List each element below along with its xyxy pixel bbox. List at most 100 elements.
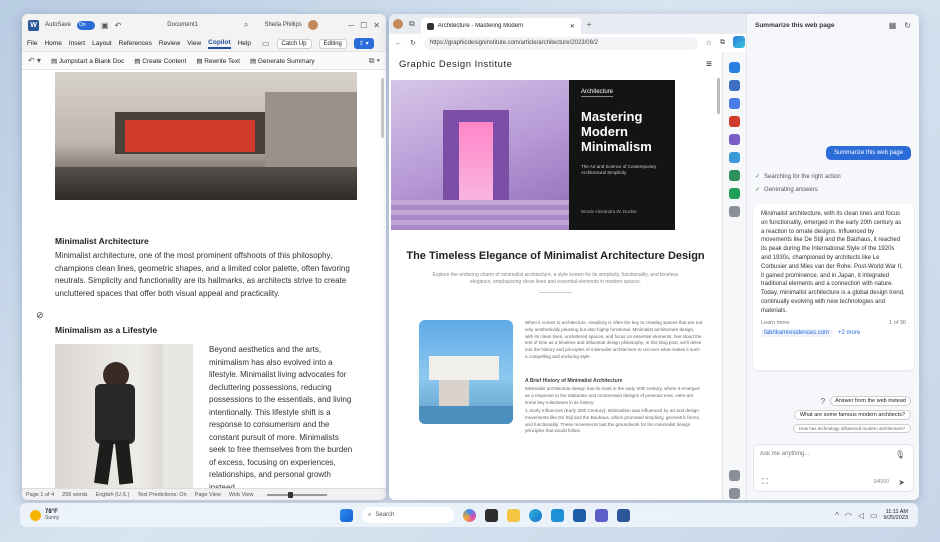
clock[interactable]: 11:11 AM 9/25/2023 [884,509,908,521]
sidebar-drop-icon[interactable] [729,188,740,199]
word-taskbar-icon[interactable] [617,508,630,522]
sidebar-outlook-icon[interactable] [729,170,740,181]
page-scrollbar[interactable] [717,78,720,114]
help-icon[interactable]: ? [821,397,825,406]
favorite-icon[interactable]: ☆ [706,39,712,47]
task-view-icon[interactable] [485,508,498,522]
article-body-3: 1. Early Influences (Early 20th Century)… [525,408,701,434]
generate-summary-button[interactable]: ▤ Generate Summary [250,57,315,65]
editing-mode-button[interactable]: Editing [318,38,347,49]
volume-icon[interactable]: ◁ [858,511,864,520]
source-pager[interactable]: 1 of 30 [889,320,906,326]
sidebar-search-icon[interactable] [729,80,740,91]
catch-up-button[interactable]: Catch Up [276,38,312,49]
suggestion-architects[interactable]: What are some famous modern architects? [793,410,911,420]
save-icon[interactable]: ▣ [101,21,109,30]
refresh-icon[interactable]: ↻ [410,39,416,47]
suggestion-technology[interactable]: How has technology influenced modern arc… [792,424,911,433]
vertical-scrollbar[interactable] [381,78,384,138]
collections-icon[interactable]: ⧉ [720,39,725,47]
tab-file[interactable]: File [27,40,37,47]
maximize-icon[interactable]: ☐ [360,21,367,30]
zoom-thumb[interactable] [288,491,294,498]
clock-date: 9/25/2023 [883,515,908,521]
taskbar-search[interactable]: ⌕ Search [362,507,454,523]
search-icon[interactable]: ⌕ [244,20,248,30]
site-logo[interactable]: Graphic Design Institute [399,59,512,70]
search-icon: ⌕ [368,511,372,518]
tab-home[interactable]: Home [44,40,61,47]
autosave-toggle[interactable]: On [77,20,96,30]
teams-icon[interactable] [595,508,608,522]
tab-review[interactable]: Review [159,40,180,47]
copilot-taskbar-icon[interactable] [463,508,476,522]
sidebar-add-icon[interactable] [729,206,740,217]
suggestion-web-answer[interactable]: Answer from the web instead [830,396,911,406]
share-icon[interactable]: ⇪ ▾ [353,38,374,49]
comment-icon[interactable]: ▭ [262,39,270,48]
create-content-button[interactable]: ▤ Create Content [134,57,186,65]
browser-tab-active[interactable]: Architecture - Mastering Modern ✕ [420,18,581,34]
tab-help[interactable]: Help [238,40,251,47]
new-tab-icon[interactable]: + [587,20,592,29]
more-sources-link[interactable]: +2 more [838,330,860,336]
user-name: Sheila Phillips [264,22,302,28]
address-bar[interactable]: https://graphicdesigninstitute.com/artic… [423,36,698,50]
ribbon-more-icon[interactable]: ⧉ ▾ [369,56,380,66]
tab-view[interactable]: View [187,40,201,47]
text-predictions[interactable]: Text Predictions: On [137,492,186,498]
sidebar-shopping-icon[interactable] [729,98,740,109]
jumpstart-button[interactable]: ▤ Jumpstart a Blank Doc [51,57,124,65]
word-count[interactable]: 256 words [62,492,87,498]
tab-actions-icon[interactable]: ⧉ [409,19,415,29]
close-icon[interactable]: ✕ [373,21,380,30]
tab-copilot[interactable]: Copilot [208,39,231,49]
chat-input[interactable] [760,451,890,457]
chat-input-box[interactable]: 🎙 ⛶ 0/4000 ➤ [753,444,914,492]
chevron-up-icon[interactable]: ^ [835,511,839,520]
store-icon[interactable] [551,508,564,522]
sidebar-tools-icon[interactable] [729,116,740,127]
windows-start-icon[interactable] [340,508,353,522]
web-page[interactable]: Graphic Design Institute ≡ Architecture … [389,52,722,500]
summary-icon: ▤ [249,57,258,65]
tab-insert[interactable]: Insert [69,40,85,47]
hamburger-menu-icon[interactable]: ≡ [706,59,712,70]
profile-avatar[interactable] [393,19,403,29]
battery-icon[interactable]: ▭ [870,511,878,520]
sidebar-games-icon[interactable] [729,134,740,145]
copilot-margin-icon[interactable]: ⊘ [36,310,44,321]
rewrite-text-button[interactable]: ▤ Rewrite Text [196,57,240,65]
avatar[interactable] [307,20,318,30]
page-count[interactable]: Page 1 of 4 [26,492,54,498]
tab-layout[interactable]: Layout [92,40,112,47]
undo-icon[interactable]: ↶ [115,21,122,30]
page-view-button[interactable]: Page View [195,492,221,498]
file-explorer-icon[interactable] [507,508,520,522]
undo-ribbon-icon[interactable]: ↶ ▾ [28,56,41,65]
language[interactable]: English (U.S.) [96,492,130,498]
web-view-button[interactable]: Web View [229,492,254,498]
sidebar-settings-icon[interactable] [729,488,740,499]
open-in-new-icon[interactable]: ▦ [889,21,897,30]
wifi-icon[interactable]: ◠ [845,511,852,520]
tab-close-icon[interactable]: ✕ [570,23,575,30]
source-link[interactable]: fabrikamresidences.com [761,328,833,337]
zoom-slider[interactable] [267,491,328,498]
copilot-bing-icon[interactable] [733,36,745,48]
article-body-2: Minimalist architecture design has its r… [525,386,700,405]
mic-icon[interactable]: 🎙 [895,450,905,459]
sidebar-office-icon[interactable] [729,152,740,163]
history-icon[interactable]: ↻ [904,21,911,30]
back-icon[interactable]: ← [395,40,402,47]
edge-taskbar-icon[interactable] [529,508,542,522]
tab-references[interactable]: References [119,40,152,47]
minimize-icon[interactable]: ─ [348,21,354,30]
weather-widget[interactable]: 78°F Sunny [30,509,59,521]
sidebar-discover-icon[interactable] [729,62,740,73]
document-canvas[interactable]: Minimalist Architecture Minimalist archi… [22,72,386,488]
send-icon[interactable]: ➤ [898,478,905,487]
image-upload-icon[interactable]: ⛶ [762,477,768,487]
sidebar-collapse-icon[interactable] [729,470,740,481]
security-icon[interactable] [573,508,586,522]
